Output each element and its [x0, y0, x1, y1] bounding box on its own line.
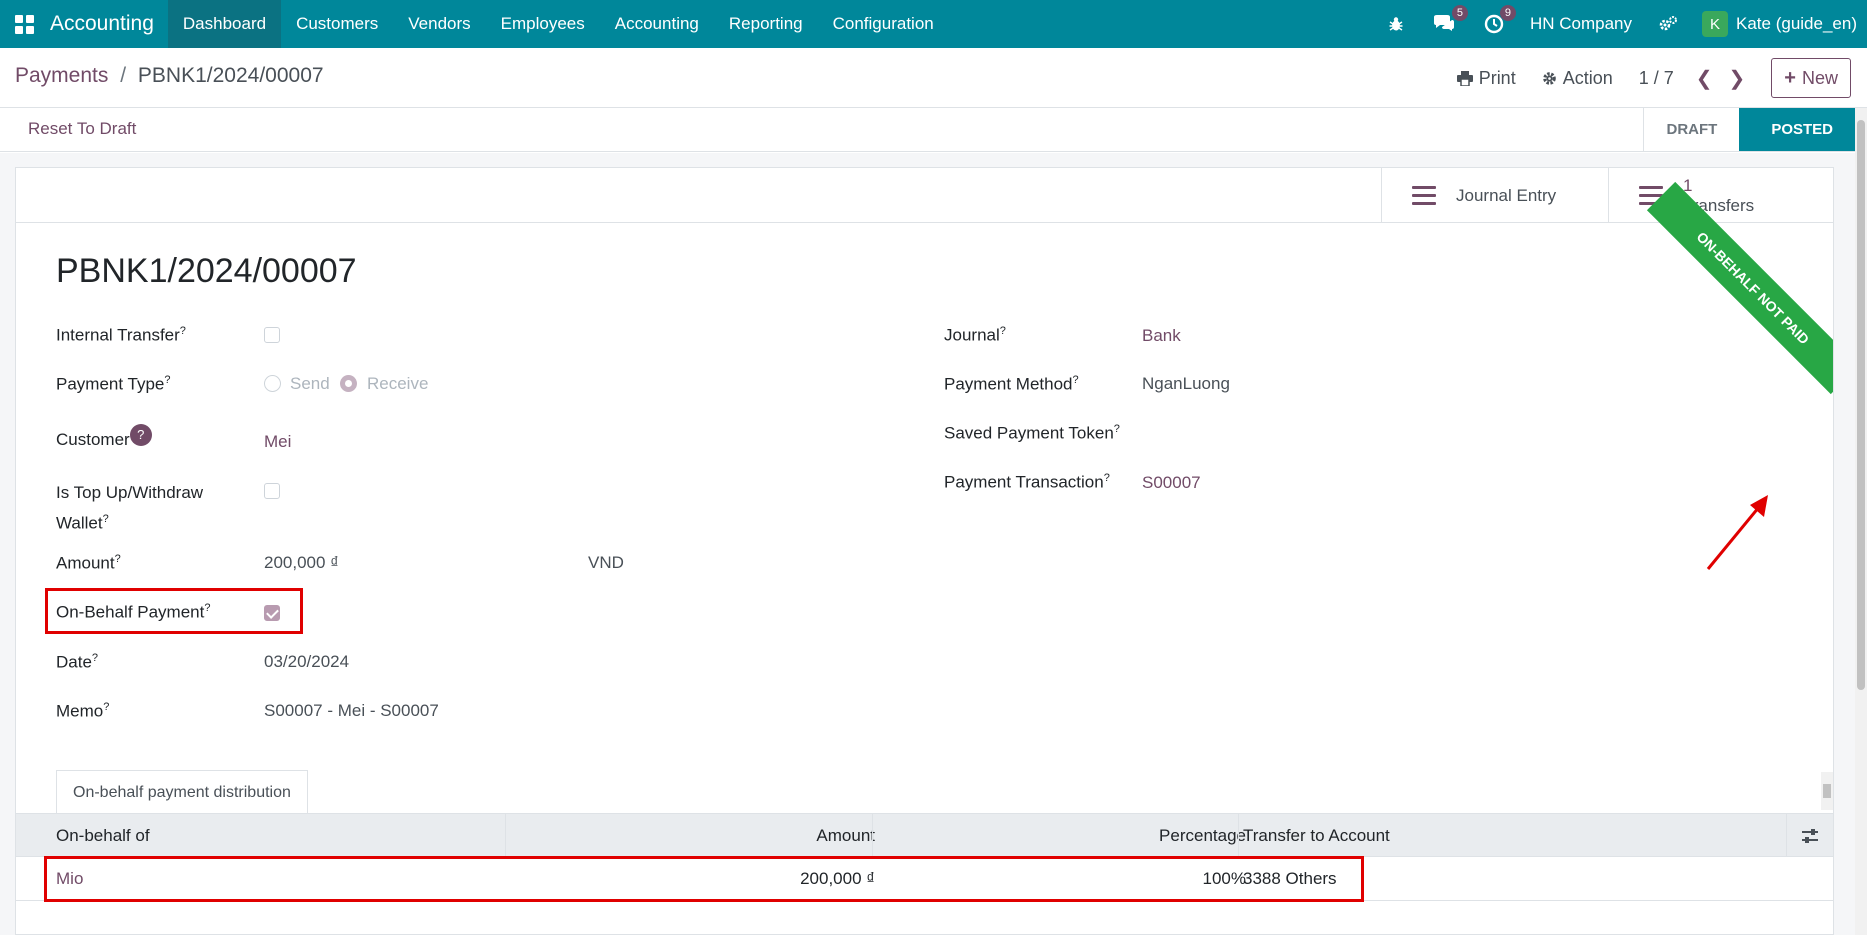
payment-method-value[interactable]: NganLuong [1142, 374, 1230, 394]
table-header: On-behalf of Amount Percentage Transfer … [16, 813, 1833, 857]
customer-label: Customer? [56, 424, 152, 450]
internal-transfer-checkbox[interactable] [264, 327, 280, 343]
user-name: Kate (guide_en) [1736, 14, 1857, 33]
list-bars-icon [1412, 186, 1436, 205]
saved-payment-token-label: Saved Payment Token? [944, 423, 1120, 443]
currency-value[interactable]: VND [588, 553, 624, 573]
user-menu[interactable]: K Kate (guide_en) [1692, 11, 1867, 37]
payment-type-send-radio[interactable] [264, 375, 281, 392]
amount-label: Amount? [56, 553, 121, 573]
new-button[interactable]: + New [1771, 58, 1851, 98]
stage-posted[interactable]: POSTED [1727, 108, 1855, 151]
gear-icon [1542, 71, 1556, 85]
reset-to-draft-button[interactable]: Reset To Draft [28, 119, 136, 139]
transfers-count: 1 [1683, 175, 1693, 195]
highlight-onbehalf-box [45, 588, 303, 634]
payment-method-label: Payment Method? [944, 374, 1079, 394]
topup-withdraw-checkbox[interactable] [264, 483, 280, 499]
app-brand[interactable]: Accounting [48, 12, 168, 36]
payment-type-receive-radio[interactable] [340, 375, 357, 392]
internal-transfer-label: Internal Transfer? [56, 325, 186, 345]
status-stages: DRAFT POSTED [1643, 108, 1855, 151]
breadcrumb-separator: / [120, 64, 127, 87]
top-navbar: Accounting Dashboard Customers Vendors E… [0, 0, 1867, 48]
column-percentage[interactable]: Percentage [872, 814, 1252, 857]
payment-transaction-value[interactable]: S00007 [1142, 473, 1201, 493]
menu-reporting[interactable]: Reporting [714, 0, 818, 48]
optional-columns-sliders-icon[interactable] [1801, 814, 1819, 857]
memo-value[interactable]: S00007 - Mei - S00007 [264, 701, 439, 721]
print-button[interactable]: Print [1456, 67, 1516, 89]
smart-button-box: Journal Entry 1 Transfers [16, 168, 1833, 223]
action-label: Action [1562, 67, 1613, 88]
column-amount[interactable]: Amount [505, 814, 881, 857]
control-panel: Payments / PBNK1/2024/00007 Print Action… [0, 48, 1867, 108]
payment-type-send-label: Send [290, 374, 330, 393]
payment-transaction-label: Payment Transaction? [944, 472, 1110, 492]
menu-dashboard[interactable]: Dashboard [167, 0, 282, 48]
payment-type-receive-label: Receive [367, 374, 429, 393]
journal-value[interactable]: Bank [1142, 326, 1181, 346]
breadcrumb: Payments / PBNK1/2024/00007 [15, 64, 324, 88]
topup-withdraw-label: Is Top Up/Withdraw Wallet? [56, 483, 204, 533]
help-question-icon[interactable]: ? [129, 424, 152, 446]
form-sheet: Journal Entry 1 Transfers ON-BEHALF NOT … [15, 167, 1834, 935]
memo-label: Memo? [56, 701, 110, 721]
journal-label: Journal? [944, 325, 1006, 345]
customer-value[interactable]: Mei [264, 432, 291, 452]
menu-employees[interactable]: Employees [486, 0, 600, 48]
plus-icon: + [1784, 66, 1796, 89]
column-transfer-to-account[interactable]: Transfer to Account [1243, 814, 1390, 857]
stage-draft[interactable]: DRAFT [1643, 108, 1739, 151]
company-switcher[interactable]: HN Company [1518, 14, 1644, 34]
transfers-button[interactable]: 1 Transfers [1608, 168, 1833, 223]
annotation-arrow-icon [1706, 495, 1768, 570]
debug-bug-icon[interactable] [1374, 0, 1418, 48]
breadcrumb-current: PBNK1/2024/00007 [137, 64, 324, 87]
apps-menu-icon[interactable] [0, 0, 48, 48]
highlight-row-box [44, 856, 1364, 902]
settings-cogs-icon[interactable] [1644, 0, 1692, 48]
print-label: Print [1478, 67, 1516, 88]
menu-configuration[interactable]: Configuration [818, 0, 949, 48]
menu-customers[interactable]: Customers [281, 0, 393, 48]
status-bar: Reset To Draft DRAFT POSTED [0, 108, 1855, 152]
avatar: K [1702, 11, 1729, 37]
date-value[interactable]: 03/20/2024 [264, 652, 349, 672]
journal-entry-label: Journal Entry [1456, 185, 1557, 205]
pager-prev-chevron-left-icon[interactable]: ❮ [1696, 66, 1713, 91]
menu-vendors[interactable]: Vendors [393, 0, 485, 48]
menu-accounting[interactable]: Accounting [600, 0, 714, 48]
activities-clock-icon[interactable]: 9 [1470, 0, 1518, 48]
activities-badge: 9 [1499, 5, 1516, 21]
new-label: New [1801, 67, 1838, 88]
journal-entry-button[interactable]: Journal Entry [1381, 168, 1608, 223]
payment-type-label: Payment Type? [56, 374, 171, 394]
tab-scrollbar[interactable] [1821, 772, 1833, 810]
pager-value[interactable]: 1 / 7 [1639, 68, 1674, 89]
page-title: PBNK1/2024/00007 [56, 252, 357, 290]
amount-value[interactable]: 200,000 ₫ [264, 553, 339, 573]
messages-badge: 5 [1451, 5, 1468, 21]
printer-icon [1456, 70, 1473, 86]
messages-chat-icon[interactable]: 5 [1418, 0, 1470, 48]
column-onbehalf-of[interactable]: On-behalf of [56, 814, 150, 857]
action-button[interactable]: Action [1542, 68, 1613, 89]
date-label: Date? [56, 652, 99, 672]
page-scrollbar[interactable] [1855, 108, 1867, 935]
breadcrumb-payments-link[interactable]: Payments [15, 64, 108, 87]
pager-next-chevron-right-icon[interactable]: ❯ [1729, 66, 1746, 91]
tab-onbehalf-distribution[interactable]: On-behalf payment distribution [56, 770, 308, 814]
